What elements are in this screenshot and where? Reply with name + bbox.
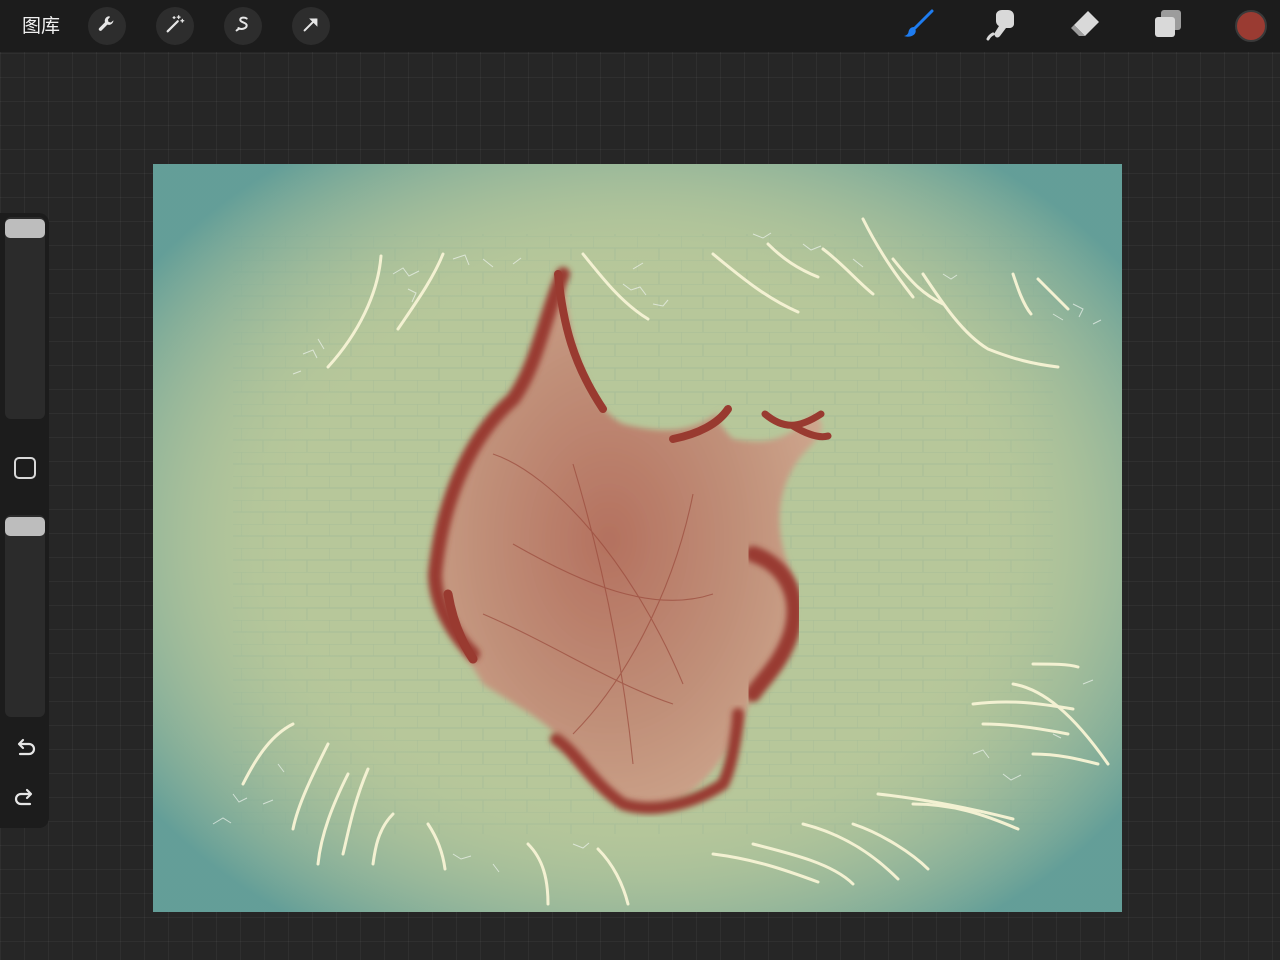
- eraser-icon: [1068, 7, 1102, 45]
- magic-wand-icon: [164, 13, 186, 39]
- modify-button[interactable]: [14, 457, 36, 479]
- layers-icon: [1151, 7, 1185, 45]
- top-toolbar: 图库: [0, 0, 1280, 52]
- opacity-slider[interactable]: [5, 515, 45, 717]
- artwork: [153, 164, 1122, 912]
- arrow-cursor-icon: [300, 13, 322, 39]
- eraser-button[interactable]: [1067, 8, 1103, 44]
- gallery-button[interactable]: 图库: [22, 13, 60, 39]
- sidebar: [0, 213, 49, 828]
- adjustments-button[interactable]: [156, 7, 194, 45]
- selection-button[interactable]: [224, 7, 262, 45]
- brush-size-slider[interactable]: [5, 217, 45, 419]
- undo-button[interactable]: [12, 735, 38, 761]
- redo-button[interactable]: [12, 785, 38, 811]
- undo-icon: [12, 738, 38, 765]
- brush-icon: [901, 7, 935, 45]
- opacity-handle[interactable]: [5, 517, 45, 536]
- transform-button[interactable]: [292, 7, 330, 45]
- brush-button[interactable]: [900, 8, 936, 44]
- smudge-finger-icon: [984, 7, 1018, 45]
- actions-button[interactable]: [88, 7, 126, 45]
- drawing-canvas[interactable]: [153, 164, 1122, 912]
- color-picker-button[interactable]: [1235, 10, 1267, 42]
- redo-icon: [12, 788, 38, 815]
- brush-size-handle[interactable]: [5, 219, 45, 238]
- wrench-icon: [96, 13, 118, 39]
- selection-s-icon: [232, 13, 254, 39]
- smudge-button[interactable]: [983, 8, 1019, 44]
- procreate-app: 图库: [0, 0, 1280, 960]
- layers-button[interactable]: [1150, 8, 1186, 44]
